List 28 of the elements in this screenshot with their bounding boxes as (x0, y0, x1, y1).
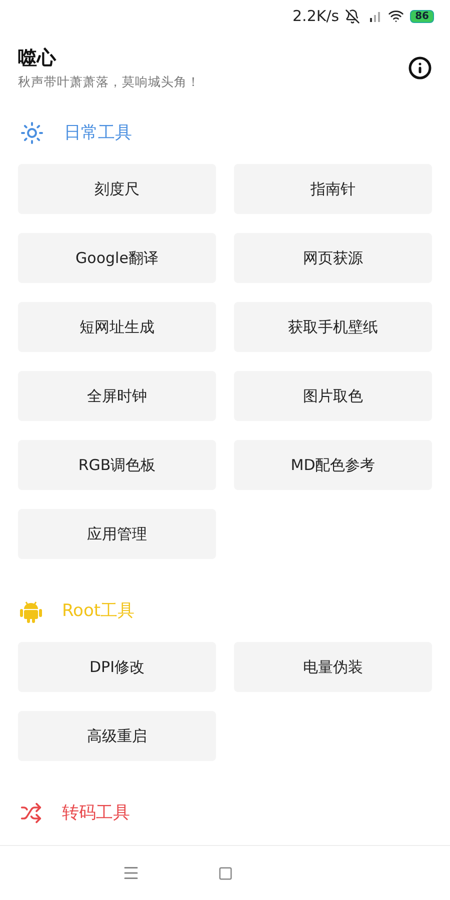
app-title: 噬心 (18, 46, 58, 71)
tool-button[interactable]: 全屏时钟 (18, 371, 216, 421)
info-icon[interactable] (408, 56, 432, 80)
sun-icon (20, 120, 44, 144)
tool-button[interactable]: 电量伪装 (234, 642, 432, 692)
tool-button[interactable]: MD配色参考 (234, 440, 432, 490)
menu-icon[interactable] (122, 864, 140, 882)
tool-button[interactable]: Google翻译 (18, 233, 216, 283)
section-title: Root工具 (62, 600, 135, 622)
tool-button[interactable]: 网页获源 (234, 233, 432, 283)
app-subtitle: 秋声带叶萧萧落，莫响城头角！ (18, 74, 200, 91)
bell-off-icon (345, 8, 360, 24)
tool-button[interactable]: 高级重启 (18, 711, 216, 761)
tool-button[interactable]: DPI修改 (18, 642, 216, 692)
tool-button[interactable]: 获取手机壁纸 (234, 302, 432, 352)
tool-button[interactable]: 应用管理 (18, 509, 216, 559)
section-title: 转码工具 (62, 802, 130, 824)
shuffle-icon (20, 802, 42, 824)
tool-button[interactable]: RGB调色板 (18, 440, 216, 490)
tool-button[interactable]: 短网址生成 (18, 302, 216, 352)
battery-level: 86 (410, 10, 434, 22)
tool-button[interactable]: 指南针 (234, 164, 432, 214)
section-title: 日常工具 (64, 122, 132, 144)
network-speed: 2.2K/s (292, 7, 340, 25)
home-icon[interactable] (218, 866, 233, 880)
wifi-icon (388, 8, 404, 24)
tool-button[interactable]: 刻度尺 (18, 164, 216, 214)
tool-button[interactable]: 图片取色 (234, 371, 432, 421)
